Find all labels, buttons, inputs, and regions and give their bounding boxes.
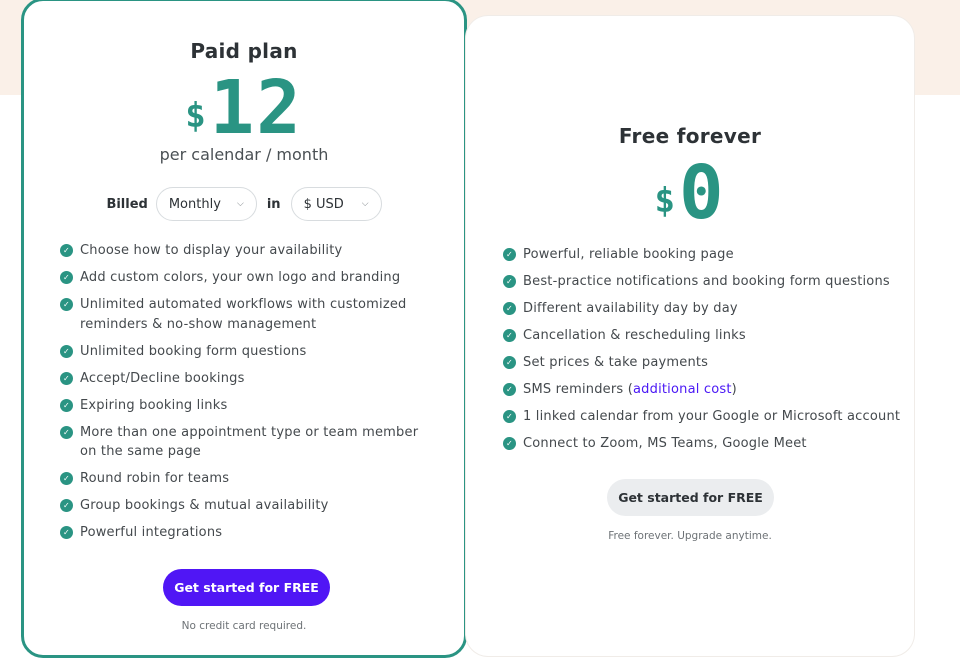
- feature-item: ✓ Accept/Decline bookings: [60, 369, 420, 389]
- chevron-down-icon: ⌵: [237, 199, 244, 209]
- check-circle-icon: ✓: [503, 356, 516, 369]
- check-circle-icon: ✓: [60, 344, 73, 358]
- paid-get-started-button[interactable]: Get started for FREE: [163, 569, 330, 606]
- feature-item: ✓ Round robin for teams: [60, 469, 420, 489]
- feature-item: ✓ Group bookings & mutual availability: [60, 496, 420, 516]
- check-circle-icon: ✓: [503, 383, 516, 396]
- feature-item: ✓ Different availability day by day: [503, 299, 903, 319]
- feature-item: ✓ Best-practice notifications and booking…: [503, 272, 903, 292]
- paid-feature-list: ✓ Choose how to display your availability…: [60, 241, 420, 543]
- currency-value: $ USD: [303, 196, 344, 212]
- price-amount: 12: [209, 65, 303, 151]
- feature-item: ✓ Add custom colors, your own logo and br…: [60, 268, 420, 288]
- feature-item: ✓ SMS reminders (additional cost): [503, 380, 903, 400]
- feature-item: ✓ Unlimited automated workflows with cust…: [60, 295, 420, 334]
- check-circle-icon: ✓: [60, 499, 73, 512]
- feature-item: ✓ Powerful, reliable booking page: [503, 245, 903, 265]
- billing-period-select[interactable]: Monthly ⌵: [155, 187, 257, 221]
- feature-item: ✓ Expiring booking links: [60, 396, 420, 416]
- check-circle-icon: ✓: [503, 302, 516, 315]
- free-plan-title: Free forever: [618, 124, 762, 148]
- free-feature-list: ✓ Powerful, reliable booking page ✓ Best-p…: [503, 245, 903, 454]
- check-circle-icon: ✓: [60, 526, 73, 539]
- check-circle-icon: ✓: [503, 437, 516, 450]
- in-label: in: [266, 196, 281, 212]
- check-circle-icon: ✓: [503, 248, 516, 261]
- feature-item: ✓ Choose how to display your availability: [60, 241, 420, 261]
- check-circle-icon: ✓: [503, 329, 516, 342]
- feature-item: ✓ Set prices & take payments: [503, 353, 903, 373]
- feature-item: ✓ Powerful integrations: [60, 523, 420, 543]
- currency-symbol: $: [654, 181, 675, 222]
- currency-symbol: $: [185, 96, 206, 137]
- currency-select[interactable]: $ USD ⌵: [290, 187, 382, 221]
- price-amount: 0: [678, 150, 726, 236]
- free-plan-card: Free forever $0 ✓ Powerful, reliable book…: [466, 16, 914, 656]
- billing-period-value: Monthly: [168, 196, 221, 212]
- check-circle-icon: ✓: [503, 410, 516, 423]
- free-get-started-button[interactable]: Get started for FREE: [607, 479, 774, 516]
- free-plan-price: $0: [466, 150, 914, 236]
- check-circle-icon: ✓: [503, 275, 516, 288]
- no-credit-card-note: No credit card required.: [181, 620, 307, 632]
- additional-cost-link[interactable]: additional cost: [633, 382, 732, 397]
- check-circle-icon: ✓: [60, 298, 73, 311]
- billed-label: Billed: [106, 196, 148, 212]
- feature-item: ✓ Unlimited booking form questions: [60, 342, 420, 362]
- check-circle-icon: ✓: [60, 472, 73, 485]
- check-circle-icon: ✓: [60, 398, 73, 412]
- check-circle-icon: ✓: [60, 425, 73, 439]
- chevron-down-icon: ⌵: [361, 199, 369, 209]
- paid-plan-card: Paid plan $12 per calendar / month Bille…: [21, 0, 467, 658]
- free-forever-note: Free forever. Upgrade anytime.: [608, 530, 772, 542]
- billing-options: Billed Monthly ⌵ in $ USD ⌵: [24, 186, 464, 222]
- feature-item: ✓ 1 linked calendar from your Google or M…: [503, 407, 903, 427]
- check-circle-icon: ✓: [60, 271, 73, 284]
- check-circle-icon: ✓: [60, 371, 73, 385]
- feature-item: ✓ More than one appointment type or team …: [60, 423, 420, 462]
- paid-plan-price: $12: [24, 65, 464, 151]
- feature-item: ✓ Cancellation & rescheduling links: [503, 326, 903, 346]
- paid-plan-title: Paid plan: [190, 39, 298, 63]
- price-period: per calendar / month: [159, 145, 329, 164]
- feature-item: ✓ Connect to Zoom, MS Teams, Google Meet: [503, 434, 903, 454]
- check-circle-icon: ✓: [60, 244, 73, 257]
